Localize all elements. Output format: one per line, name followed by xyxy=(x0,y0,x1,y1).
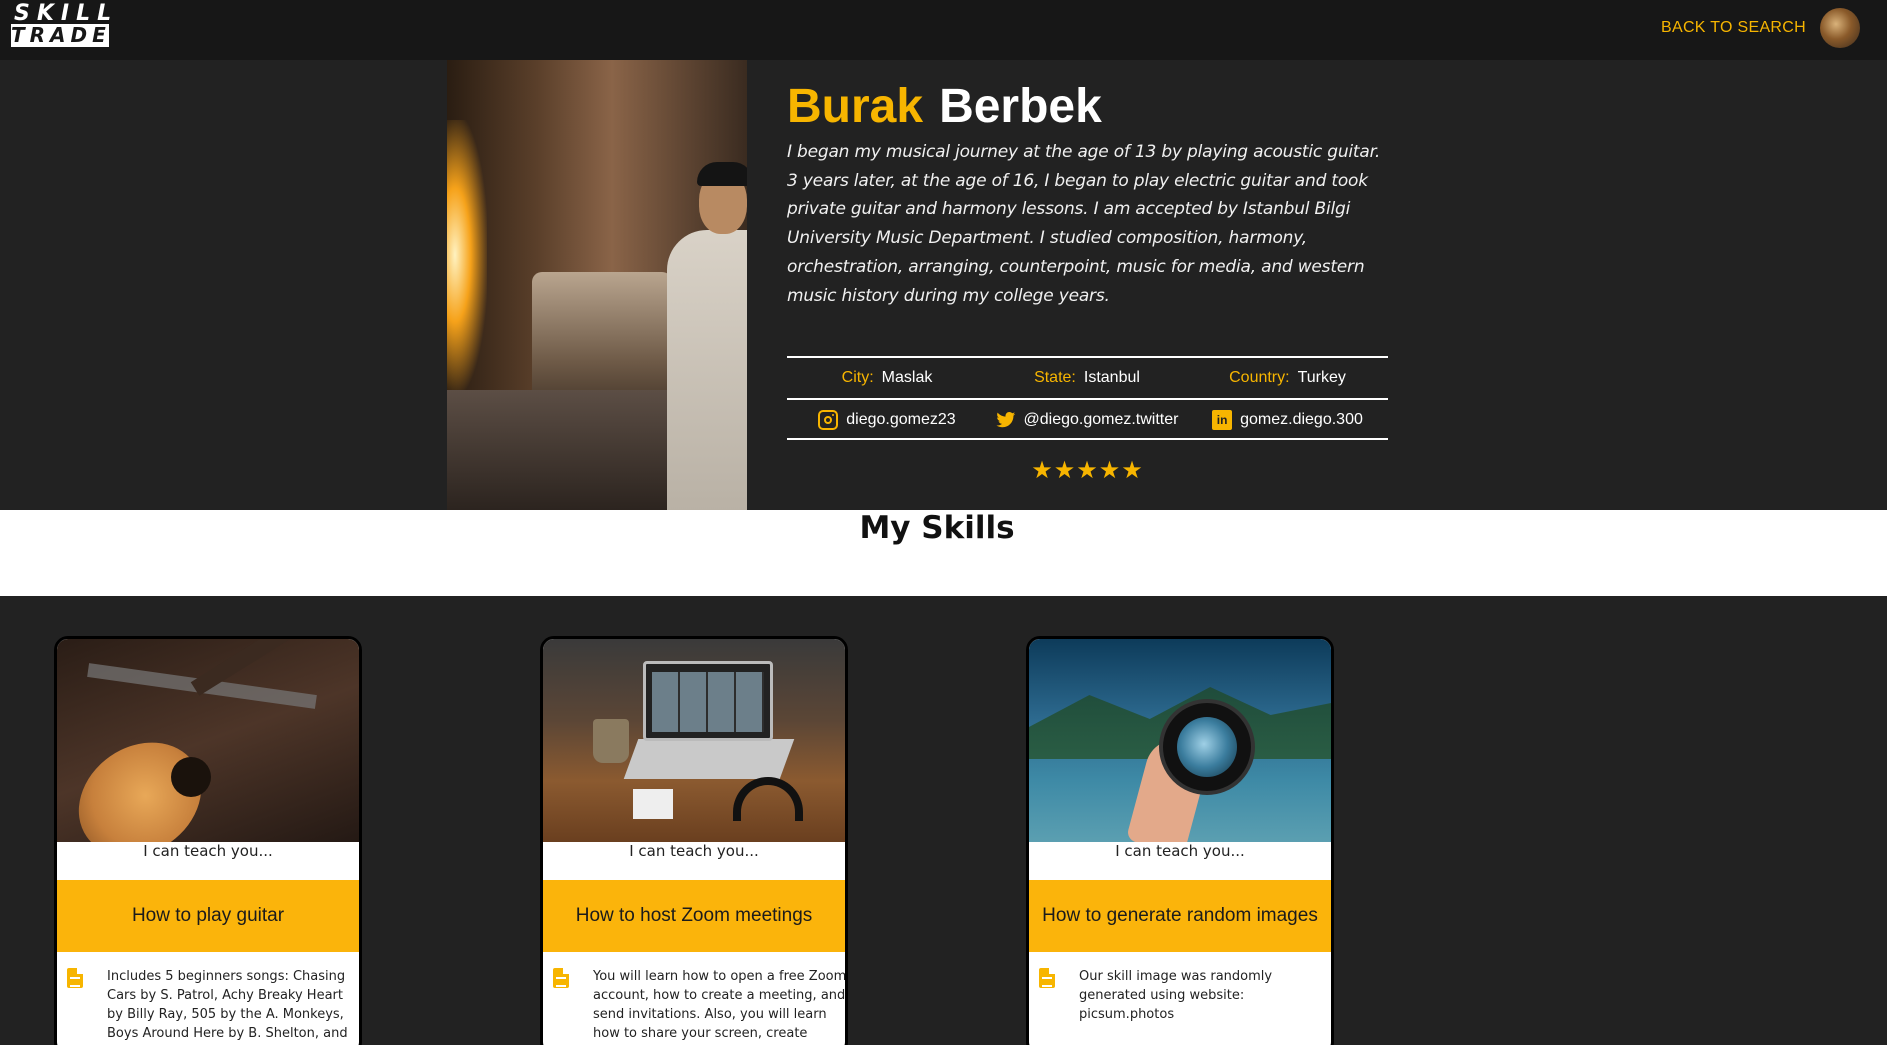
skill-description: Includes 5 beginners songs: Chasing Cars… xyxy=(107,969,348,1041)
skill-card-zoom[interactable]: I can teach you... How to host Zoom meet… xyxy=(540,636,848,1045)
skill-title: How to generate random images xyxy=(1029,880,1331,952)
teach-label: I can teach you... xyxy=(143,842,273,860)
logo-line-2: TRADE xyxy=(11,23,111,47)
linkedin-icon: in xyxy=(1212,410,1233,430)
teach-label: I can teach you... xyxy=(629,842,759,860)
skill-image-zoom xyxy=(543,639,845,842)
state-cell: State: Istanbul xyxy=(987,358,1187,398)
last-name: Berbek xyxy=(939,80,1102,133)
skill-image-guitar xyxy=(57,639,359,842)
country-value: Turkey xyxy=(1297,369,1346,386)
profile-info-table: City: Maslak State: Istanbul Country: Tu… xyxy=(787,356,1388,440)
document-icon xyxy=(67,968,83,988)
skill-title: How to host Zoom meetings xyxy=(543,880,845,952)
state-value: Istanbul xyxy=(1083,369,1140,386)
twitter-handle: @diego.gomez.twitter xyxy=(1023,411,1179,428)
country-cell: Country: Turkey xyxy=(1187,358,1388,398)
document-icon xyxy=(553,968,569,988)
skill-description: You will learn how to open a free Zoom a… xyxy=(593,969,847,1041)
document-icon xyxy=(1039,968,1055,988)
profile-bio: I began my musical journey at the age of… xyxy=(787,142,1381,306)
skill-card-guitar[interactable]: I can teach you... How to play guitar In… xyxy=(54,636,362,1045)
skill-title: How to play guitar xyxy=(57,880,359,952)
skills-banner: My Skills xyxy=(0,510,1887,596)
instagram-handle: diego.gomez23 xyxy=(846,411,956,428)
city-value: Maslak xyxy=(881,369,933,386)
profile-photo xyxy=(447,60,747,510)
country-label: Country: xyxy=(1229,369,1290,386)
top-navbar: SKILL TRADE BACK TO SEARCH xyxy=(0,0,1887,60)
linkedin-handle: gomez.diego.300 xyxy=(1240,411,1363,428)
logo-line-1: SKILL xyxy=(14,1,119,26)
instagram-icon xyxy=(818,410,839,430)
skill-card-random-images[interactable]: I can teach you... How to generate rando… xyxy=(1026,636,1334,1045)
city-label: City: xyxy=(841,369,874,386)
rating-stars: ★★★★★ xyxy=(1031,456,1144,484)
skill-image-lens xyxy=(1029,639,1331,842)
skill-description: Our skill image was randomly generated u… xyxy=(1079,969,1273,1022)
teach-label: I can teach you... xyxy=(1115,842,1245,860)
city-cell: City: Maslak xyxy=(787,358,987,398)
instagram-link[interactable]: diego.gomez23 xyxy=(787,400,987,440)
user-avatar[interactable] xyxy=(1820,8,1860,48)
state-label: State: xyxy=(1034,369,1076,386)
location-row: City: Maslak State: Istanbul Country: Tu… xyxy=(787,356,1388,398)
skills-section-title: My Skills xyxy=(859,510,1015,546)
twitter-link[interactable]: @diego.gomez.twitter xyxy=(987,400,1187,440)
skilltrade-logo[interactable]: SKILL TRADE xyxy=(11,3,111,47)
first-name: Burak xyxy=(787,80,924,133)
back-to-search-link[interactable]: BACK TO SEARCH xyxy=(1661,19,1806,37)
social-row: diego.gomez23 @diego.gomez.twitter in go… xyxy=(787,398,1388,440)
twitter-icon xyxy=(996,412,1015,428)
profile-name: Burak Berbek xyxy=(787,80,1102,134)
linkedin-link[interactable]: in gomez.diego.300 xyxy=(1187,400,1388,440)
